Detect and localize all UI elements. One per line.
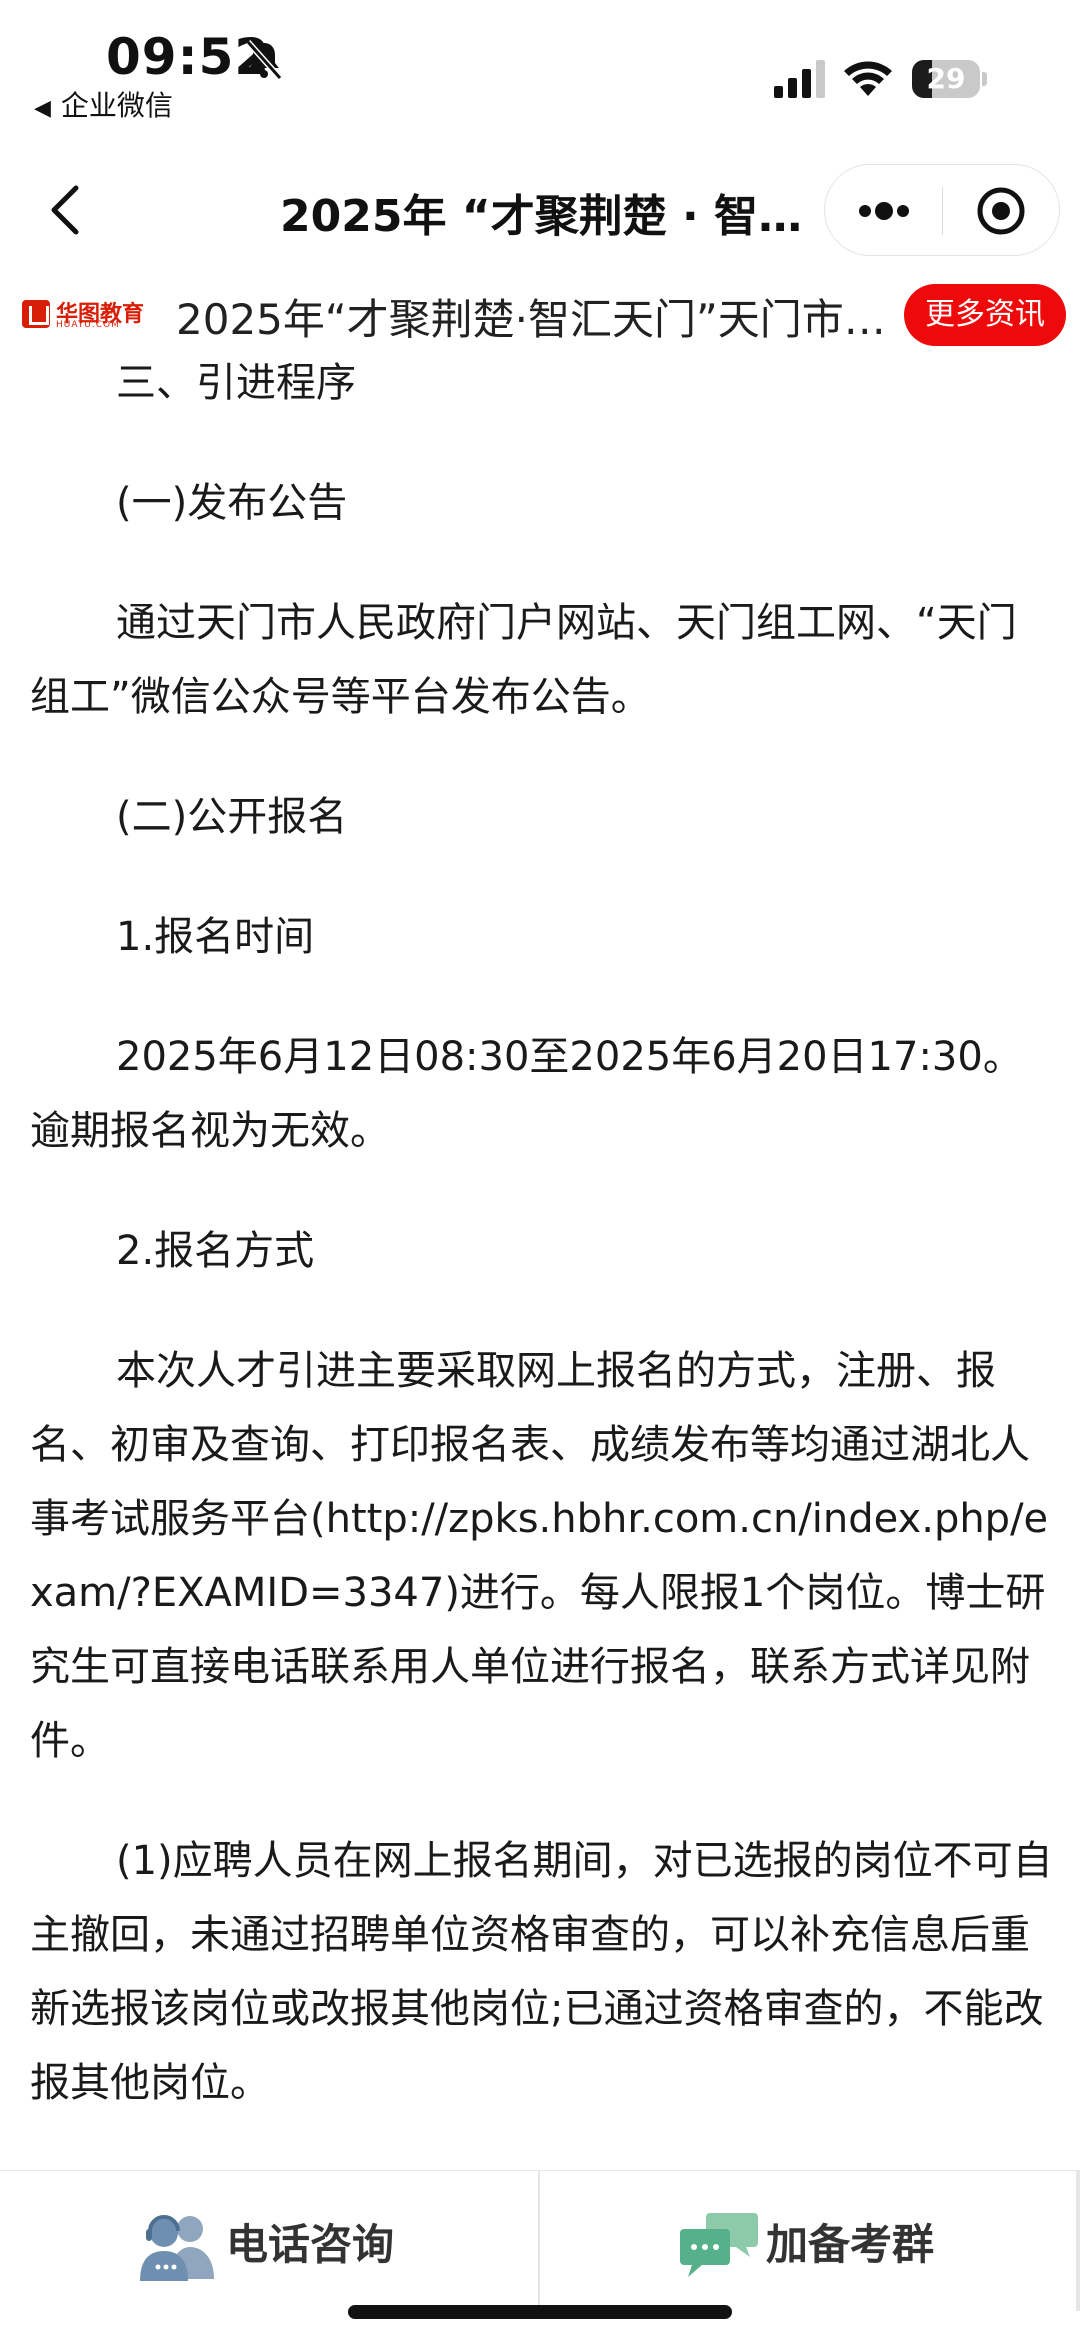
bottom-right-edge	[1076, 2171, 1080, 2311]
logo-subtext: HUATU.COM	[56, 320, 120, 330]
article-body: 三、引进程序 (一)发布公告 通过天门市人民政府门户网站、天门组工网、“天门组工…	[30, 346, 1056, 2170]
battery-body: 29	[912, 60, 980, 98]
battery-indicator: 29	[912, 60, 987, 98]
customer-service-icon	[140, 2215, 214, 2281]
more-news-button[interactable]: 更多资讯	[904, 284, 1066, 346]
chat-group-icon	[680, 2213, 758, 2277]
article-paragraph: (一)发布公告	[116, 480, 348, 526]
join-group-label: 加备考群	[766, 2220, 935, 2269]
phone-consult-label: 电话咨询	[226, 2220, 395, 2269]
article-paragraph: 1.报名时间	[116, 914, 315, 960]
article-paragraph: 三、引进程序	[116, 360, 356, 406]
more-dots-icon[interactable]	[825, 165, 942, 257]
article-paragraph: 通过天门市人民政府门户网站、天门组工网、“天门组工”微信公众号等平台发布公告。	[30, 600, 1017, 720]
back-triangle-icon: ◀	[34, 96, 51, 121]
nav-bar: 2025年 “才聚荆楚 · 智汇天门”	[0, 150, 1080, 270]
ad-banner[interactable]: 华图教育 HUATU.COM 2025年“才聚荆楚·智汇天门”天门市人才引进公告…	[0, 276, 1080, 352]
battery-cap	[982, 72, 987, 86]
back-app-label: 企业微信	[60, 89, 173, 122]
article-paragraph: (二)公开报名	[116, 794, 348, 840]
phone-consult-button[interactable]: 电话咨询	[0, 2171, 538, 2311]
close-target-icon[interactable]	[943, 165, 1060, 257]
wifi-icon	[844, 61, 892, 96]
status-bar: 09:52 ◀ 企业微信 29	[0, 0, 1080, 122]
back-arrow-icon[interactable]	[40, 180, 90, 240]
ad-title[interactable]: 2025年“才聚荆楚·智汇天门”天门市人才引进公告	[176, 286, 886, 347]
page: 09:52 ◀ 企业微信 29 2025年 “才聚荆楚 · 智汇 华图教育 HU…	[0, 0, 1080, 2341]
home-indicator[interactable]	[348, 2305, 732, 2319]
article-paragraph: (1)应聘人员在网上报名期间，对已选报的岗位不可自主撤回，未通过招聘单位资格审查…	[30, 1838, 1053, 2106]
battery-percent: 29	[926, 62, 966, 95]
article-paragraph: 2025年6月12日08:30至2025年6月20日17:30。逾期报名视为无效…	[30, 1034, 1023, 1154]
article-paragraph: 本次人才引进主要采取网上报名的方式，注册、报名、初审及查询、打印报名表、成绩发布…	[30, 1348, 1049, 1764]
logo-mark-icon	[22, 300, 50, 328]
cellular-signal-icon	[774, 60, 825, 98]
page-title: 2025年 “才聚荆楚 · 智汇天门”	[280, 191, 820, 242]
join-group-button[interactable]: 加备考群	[540, 2171, 1078, 2311]
huatu-logo: 华图教育 HUATU.COM	[22, 296, 146, 332]
article-paragraph: 2.报名方式	[116, 1228, 315, 1274]
mini-program-capsule	[824, 164, 1060, 256]
bell-mute-icon	[245, 40, 283, 80]
back-to-app-link[interactable]: ◀ 企业微信	[34, 84, 173, 124]
